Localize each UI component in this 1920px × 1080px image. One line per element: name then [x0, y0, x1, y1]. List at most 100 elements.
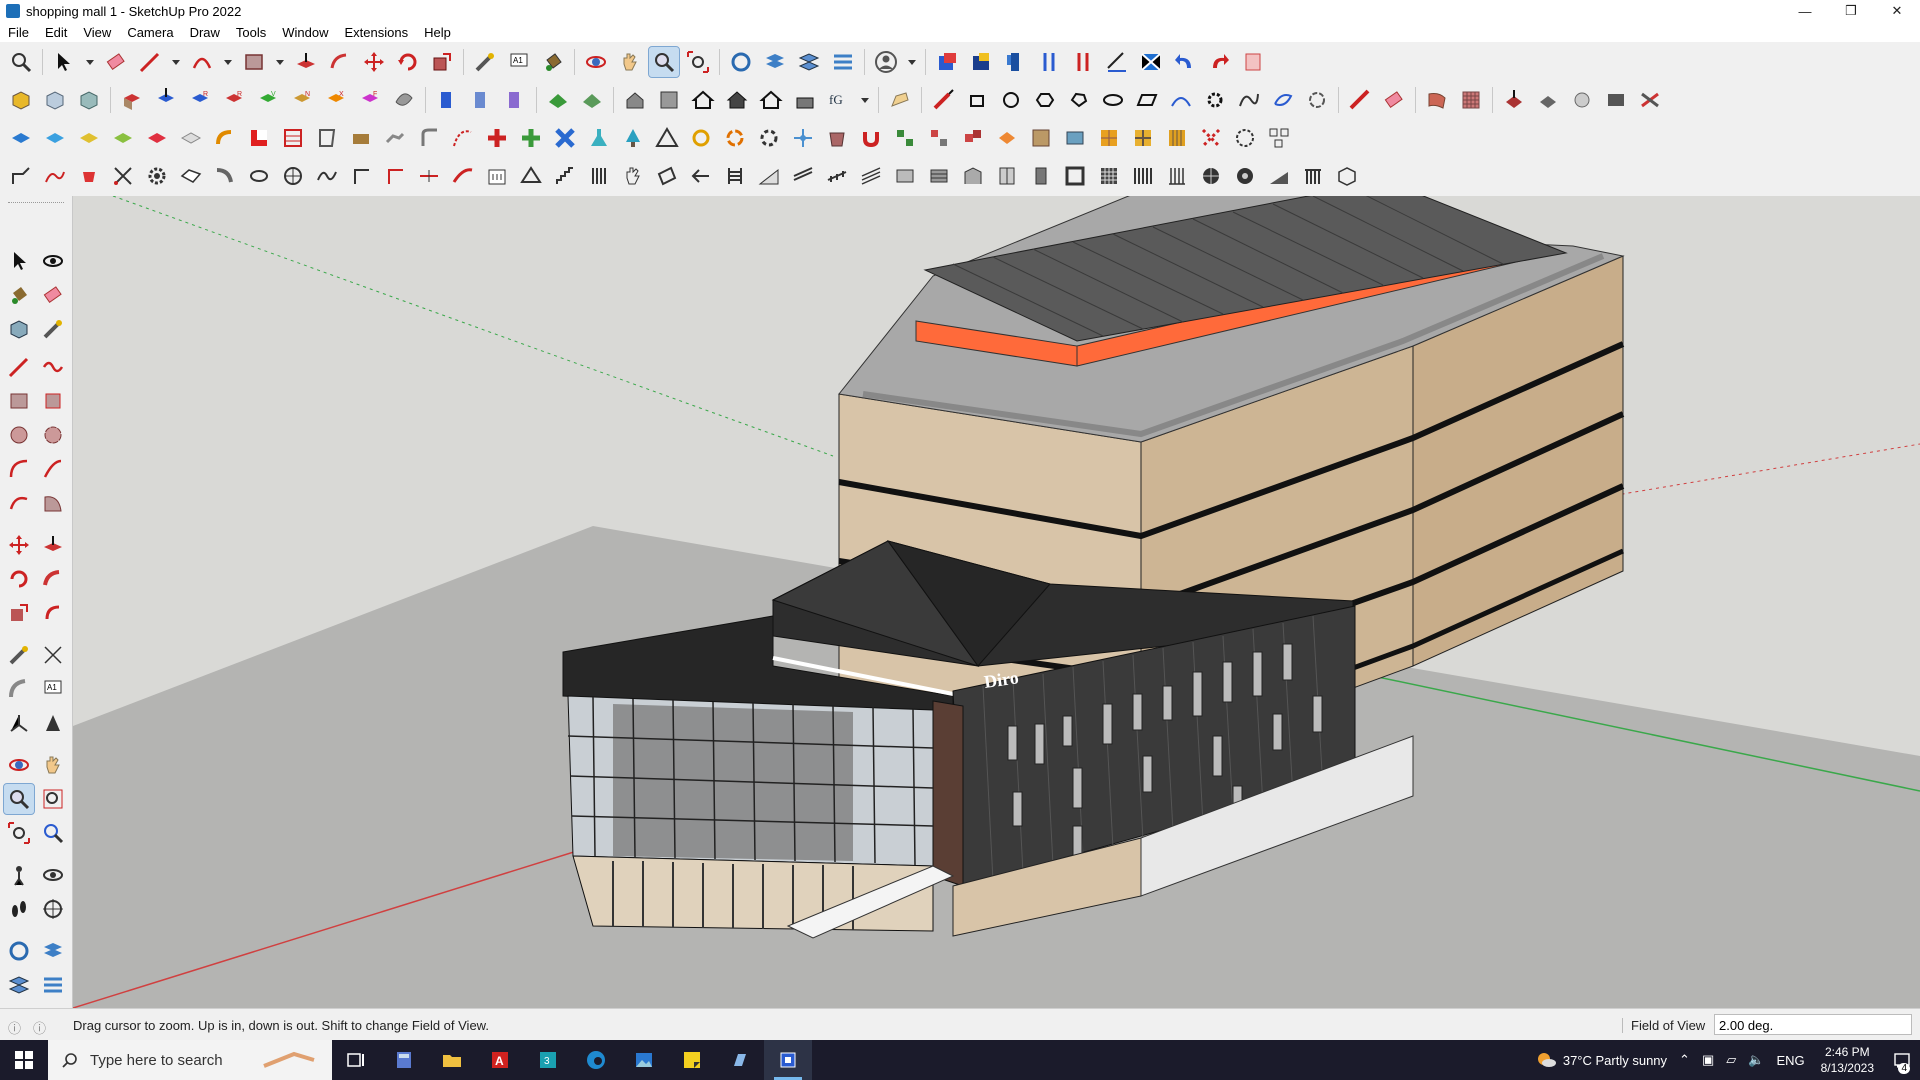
two-point-arc-icon[interactable]: [38, 454, 68, 484]
text-tool-icon[interactable]: A1: [38, 674, 68, 704]
fog-icon[interactable]: [885, 85, 915, 115]
outliner-tool-icon[interactable]: [38, 970, 68, 1000]
line-red-icon[interactable]: [414, 161, 444, 191]
offset-tool-icon[interactable]: [38, 598, 68, 628]
redo-icon[interactable]: [1204, 47, 1234, 77]
mesh-icon[interactable]: [1094, 161, 1124, 191]
move-icon[interactable]: [359, 47, 389, 77]
file-explorer-icon[interactable]: [428, 1040, 476, 1080]
surface-grid-icon[interactable]: [1456, 85, 1486, 115]
face-yellow-icon[interactable]: [74, 123, 104, 153]
shape-parallelogram-icon[interactable]: [1132, 85, 1162, 115]
position-camera-icon[interactable]: [4, 860, 34, 890]
protractor-tool-icon[interactable]: [4, 674, 34, 704]
slab-icon[interactable]: [924, 161, 954, 191]
joint-icon[interactable]: [414, 123, 444, 153]
box-icon[interactable]: [822, 123, 852, 153]
sandbox-icon[interactable]: [389, 85, 419, 115]
polygon-tool-icon[interactable]: [38, 420, 68, 450]
edge-icon[interactable]: [572, 1040, 620, 1080]
rail-angle-icon[interactable]: [822, 161, 852, 191]
acrobat-icon[interactable]: A: [476, 1040, 524, 1080]
cube-outline-icon[interactable]: [1332, 161, 1362, 191]
shape-rect-icon[interactable]: [962, 85, 992, 115]
components-red-icon[interactable]: [924, 123, 954, 153]
tree-icon[interactable]: [618, 123, 648, 153]
push-pull-tool-icon[interactable]: [38, 530, 68, 560]
house-top-icon[interactable]: [654, 85, 684, 115]
flask-icon[interactable]: [584, 123, 614, 153]
door-icon[interactable]: [1026, 161, 1056, 191]
look-around-icon[interactable]: [38, 860, 68, 890]
top-view-icon[interactable]: [151, 85, 181, 115]
stairs-icon[interactable]: [550, 161, 580, 191]
import-icon[interactable]: [1034, 47, 1064, 77]
pan-tool-icon[interactable]: [38, 750, 68, 780]
pen-icon[interactable]: [928, 85, 958, 115]
flower-icon[interactable]: [1230, 161, 1260, 191]
eraser-pink-icon[interactable]: [1379, 85, 1409, 115]
zoom-window-icon[interactable]: [6, 47, 36, 77]
tiles-icon[interactable]: [1094, 123, 1124, 153]
cross-green-icon[interactable]: [516, 123, 546, 153]
3ds-max-icon[interactable]: 3: [524, 1040, 572, 1080]
table-icon[interactable]: [1060, 123, 1090, 153]
columns-icon[interactable]: [584, 161, 614, 191]
component-tool-icon[interactable]: [4, 314, 34, 344]
dropdown-arrow-icon[interactable]: [905, 47, 919, 77]
shape-freehand-icon[interactable]: [1268, 85, 1298, 115]
pie-tool-icon[interactable]: [38, 488, 68, 518]
rotate-icon[interactable]: [393, 47, 423, 77]
dimensions-icon[interactable]: [1102, 47, 1132, 77]
section-cut-icon[interactable]: [466, 85, 496, 115]
section-display-icon[interactable]: [432, 85, 462, 115]
offset-icon[interactable]: [1345, 85, 1375, 115]
fillet-icon[interactable]: [210, 123, 240, 153]
dropdown-arrow-icon[interactable]: [83, 47, 97, 77]
modeling-viewport[interactable]: Diro: [73, 196, 1920, 1008]
walk-icon[interactable]: [4, 894, 34, 924]
sphere-icon[interactable]: [278, 161, 308, 191]
xray-box-icon[interactable]: [40, 85, 70, 115]
freehand-tool-icon[interactable]: [38, 352, 68, 382]
zoom-extents-tool-icon[interactable]: [4, 818, 34, 848]
task-view-icon[interactable]: [332, 1040, 380, 1080]
account-icon[interactable]: [871, 47, 901, 77]
orbit-icon[interactable]: [581, 47, 611, 77]
follow-me-icon[interactable]: [325, 47, 355, 77]
zoom-window-tool-icon[interactable]: [38, 784, 68, 814]
follow-me-tool-icon[interactable]: [38, 564, 68, 594]
bottom-view-icon[interactable]: X: [321, 85, 351, 115]
volume-icon[interactable]: 🔈: [1748, 1052, 1764, 1068]
minimize-button[interactable]: —: [1782, 0, 1828, 22]
right-view-icon[interactable]: R: [219, 85, 249, 115]
paint-bucket-icon[interactable]: [538, 47, 568, 77]
section-plane-tool-icon[interactable]: [38, 894, 68, 924]
orbit-tool-icon[interactable]: [4, 750, 34, 780]
scale-icon[interactable]: [427, 47, 457, 77]
bucket-red-icon[interactable]: [74, 161, 104, 191]
photos-icon[interactable]: [620, 1040, 668, 1080]
weather-icon[interactable]: [1535, 1051, 1557, 1069]
calculator-icon[interactable]: [380, 1040, 428, 1080]
zoom-tool-icon[interactable]: [3, 783, 35, 815]
close-button[interactable]: ✕: [1874, 0, 1920, 22]
comb-icon[interactable]: [1298, 161, 1328, 191]
select-loop-icon[interactable]: [1230, 123, 1260, 153]
building-icon[interactable]: [482, 161, 512, 191]
truss-icon[interactable]: [890, 161, 920, 191]
eraser-tool-icon[interactable]: [38, 280, 68, 310]
tape-measure-icon[interactable]: [470, 47, 500, 77]
select-tool-icon[interactable]: [4, 246, 34, 276]
shape-spline-icon[interactable]: [1234, 85, 1264, 115]
shell-icon[interactable]: [1499, 85, 1529, 115]
dropdown-arrow-icon[interactable]: [169, 47, 183, 77]
section-plane-icon[interactable]: [1136, 47, 1166, 77]
stripes-icon[interactable]: [1128, 161, 1158, 191]
terrain-icon[interactable]: [543, 85, 573, 115]
house-left-icon[interactable]: [790, 85, 820, 115]
extension-warehouse-icon[interactable]: [966, 47, 996, 77]
scissors-icon[interactable]: [108, 161, 138, 191]
shape-circle-icon[interactable]: [996, 85, 1026, 115]
knot-icon[interactable]: [720, 123, 750, 153]
